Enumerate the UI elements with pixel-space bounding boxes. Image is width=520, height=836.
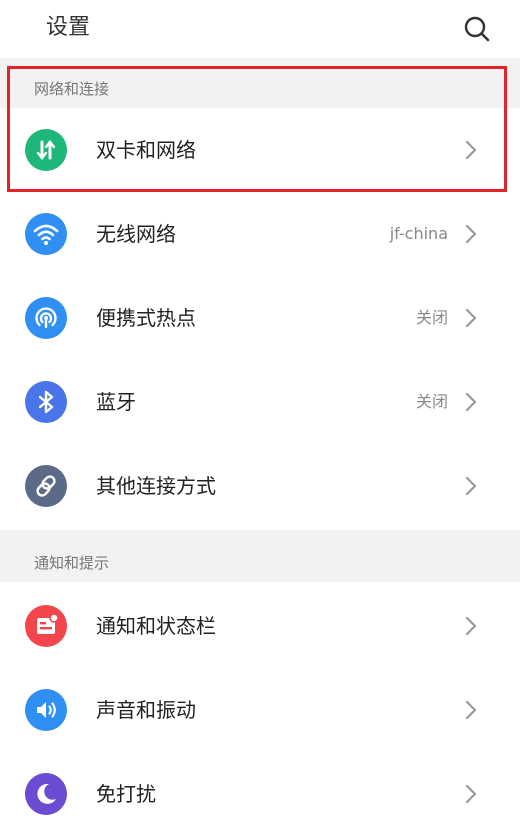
hotspot-icon (25, 297, 67, 339)
settings-item-label: 便携式热点 (96, 306, 196, 330)
hotspot-status: 关闭 (415, 308, 448, 327)
chevron-right-icon (462, 698, 480, 722)
wifi-network-name: jf-china (389, 224, 448, 243)
settings-item-label: 双卡和网络 (96, 138, 196, 162)
chevron-right-icon (462, 474, 480, 498)
search-icon[interactable] (460, 12, 494, 46)
page-title: 设置 (46, 15, 91, 40)
sound-icon (25, 689, 67, 731)
settings-item-sound[interactable]: 声音和振动 (0, 668, 520, 752)
chevron-right-icon (462, 306, 480, 330)
section-header-network: 网络和连接 (0, 58, 520, 108)
chevron-right-icon (462, 782, 480, 806)
chevron-right-icon (462, 390, 480, 414)
top-bar: 设置 (0, 0, 520, 58)
settings-item-do-not-disturb[interactable]: 免打扰 (0, 752, 520, 836)
settings-item-other-connections[interactable]: 其他连接方式 (0, 444, 520, 528)
chevron-right-icon (462, 614, 480, 638)
settings-item-label: 免打扰 (96, 782, 156, 806)
section-header-notifications: 通知和提示 (0, 530, 520, 582)
section-title: 网络和连接 (34, 80, 110, 98)
settings-item-wifi[interactable]: 无线网络 jf-china (0, 192, 520, 276)
notification-icon (25, 605, 67, 647)
section-title: 通知和提示 (34, 554, 110, 572)
wifi-icon (25, 213, 67, 255)
settings-item-notifications[interactable]: 通知和状态栏 (0, 584, 520, 668)
bluetooth-icon (25, 381, 67, 423)
settings-item-label: 蓝牙 (96, 390, 136, 414)
settings-item-label: 无线网络 (96, 222, 176, 246)
settings-item-dual-sim[interactable]: 双卡和网络 (0, 108, 520, 192)
moon-icon (25, 773, 67, 815)
settings-item-bluetooth[interactable]: 蓝牙 关闭 (0, 360, 520, 444)
bluetooth-status: 关闭 (415, 392, 448, 411)
settings-item-label: 通知和状态栏 (96, 614, 216, 638)
settings-item-hotspot[interactable]: 便携式热点 关闭 (0, 276, 520, 360)
settings-item-label: 其他连接方式 (96, 474, 216, 498)
chevron-right-icon (462, 138, 480, 162)
dual-sim-icon (25, 129, 67, 171)
settings-item-label: 声音和振动 (96, 698, 196, 722)
chevron-right-icon (462, 222, 480, 246)
link-icon (25, 465, 67, 507)
